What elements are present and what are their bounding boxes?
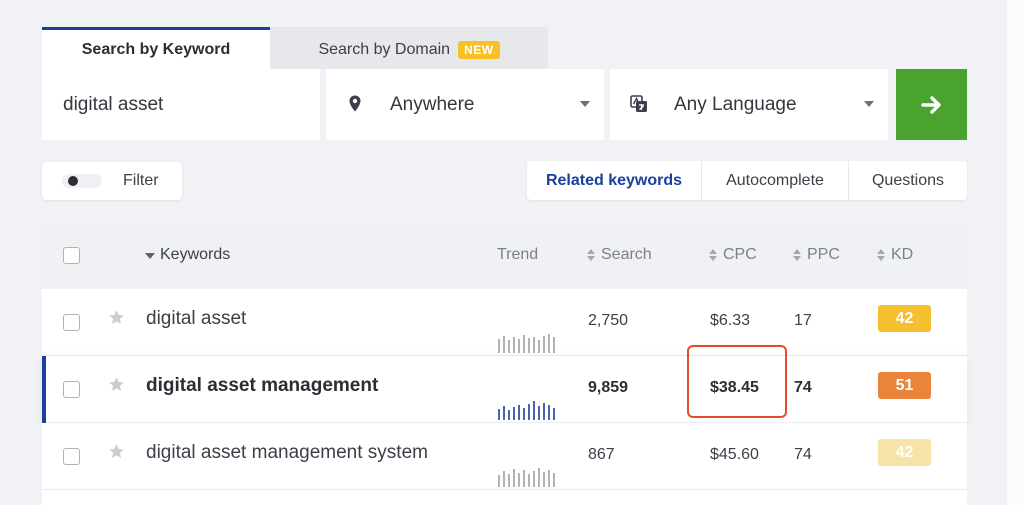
kd-badge: 51 [878, 372, 931, 399]
tab-questions[interactable]: Questions [849, 161, 967, 200]
tab-label: Autocomplete [726, 171, 824, 189]
table-row[interactable]: digital asset management system 867 $45.… [42, 423, 967, 490]
tab-related-keywords[interactable]: Related keywords [527, 161, 702, 200]
trend-sparkline [498, 401, 555, 420]
result-type-tabs: Related keywords Autocomplete Questions [527, 161, 967, 200]
chevron-down-icon [864, 101, 874, 107]
table-row[interactable]: digital asset 2,750 $6.33 17 42 [42, 289, 967, 356]
sort-icon [709, 249, 718, 261]
keyword-link[interactable]: digital asset management [146, 375, 378, 397]
tab-search-by-keyword[interactable]: Search by Keyword [42, 27, 270, 69]
keyword-field-wrapper [42, 69, 320, 140]
tab-label: Questions [871, 171, 945, 189]
table-row[interactable]: digital asset management 9,859 $38.45 74… [42, 356, 967, 423]
new-badge: NEW [458, 40, 500, 59]
location-value: Anywhere [390, 93, 475, 115]
column-header-cpc[interactable]: CPC [709, 246, 757, 264]
row-selected-indicator [42, 356, 46, 423]
keywords-table: Keywords Trend Search CPC PPC KD digital… [42, 221, 967, 505]
star-icon[interactable] [108, 443, 125, 460]
row-checkbox[interactable] [63, 314, 80, 331]
search-submit-button[interactable] [896, 69, 967, 140]
trend-sparkline [498, 334, 555, 353]
tab-search-by-domain[interactable]: Search by Domain NEW [270, 27, 548, 69]
filter-toggle[interactable]: Filter [42, 162, 182, 200]
trend-sparkline [498, 468, 555, 487]
cpc-value: $45.60 [710, 446, 759, 463]
keyword-input[interactable] [63, 93, 303, 116]
tab-label: Search by Keyword [81, 40, 231, 58]
column-header-label: Search [601, 246, 652, 263]
toggle-knob [68, 176, 78, 186]
toggle-switch[interactable] [62, 174, 102, 188]
keyword-link[interactable]: digital asset [146, 308, 246, 330]
location-pin-icon [349, 95, 361, 112]
chevron-down-icon [580, 101, 590, 107]
ppc-value: 74 [794, 379, 812, 396]
sort-icon [793, 249, 802, 261]
column-header-label: Keywords [160, 246, 231, 263]
sort-icon [877, 249, 886, 261]
star-icon[interactable] [108, 376, 125, 393]
keyword-link[interactable]: digital asset management system [146, 442, 428, 464]
cpc-highlight-callout [687, 345, 787, 418]
language-value: Any Language [674, 93, 797, 115]
kd-badge: 42 [878, 305, 931, 332]
column-header-trend: Trend [497, 246, 538, 264]
location-select[interactable]: Anywhere [326, 69, 604, 140]
arrow-right-icon [920, 95, 941, 114]
star-icon[interactable] [108, 309, 125, 326]
search-bar: Anywhere Any Language [42, 69, 967, 140]
search-volume: 9,859 [588, 379, 629, 396]
column-header-label: PPC [807, 246, 840, 263]
column-header-kd[interactable]: KD [877, 246, 913, 264]
ppc-value: 17 [794, 312, 812, 329]
sort-down-icon [145, 253, 155, 259]
filter-label: Filter [123, 172, 159, 189]
table-header: Keywords Trend Search CPC PPC KD [42, 221, 967, 289]
window-edge [1007, 0, 1024, 505]
column-header-ppc[interactable]: PPC [793, 246, 840, 264]
row-checkbox[interactable] [63, 381, 80, 398]
sort-icon [587, 249, 596, 261]
language-select[interactable]: Any Language [610, 69, 888, 140]
column-header-search[interactable]: Search [587, 246, 652, 264]
column-header-keywords[interactable]: Keywords [145, 246, 230, 264]
search-mode-tabs: Search by Keyword Search by Domain NEW [42, 27, 548, 69]
tab-label: Search by Domain [318, 40, 451, 58]
row-checkbox[interactable] [63, 448, 80, 465]
column-header-label: KD [891, 246, 914, 263]
ppc-value: 74 [794, 446, 812, 463]
search-volume: 2,750 [588, 312, 629, 329]
column-header-label: Trend [497, 246, 539, 263]
column-header-label: CPC [723, 246, 757, 263]
tab-label: Related keywords [545, 171, 683, 189]
select-all-checkbox[interactable] [63, 247, 80, 264]
translate-icon [630, 95, 647, 112]
tab-autocomplete[interactable]: Autocomplete [702, 161, 849, 200]
kd-badge: 42 [878, 439, 931, 466]
cpc-value: $6.33 [710, 312, 751, 329]
search-volume: 867 [588, 446, 615, 463]
